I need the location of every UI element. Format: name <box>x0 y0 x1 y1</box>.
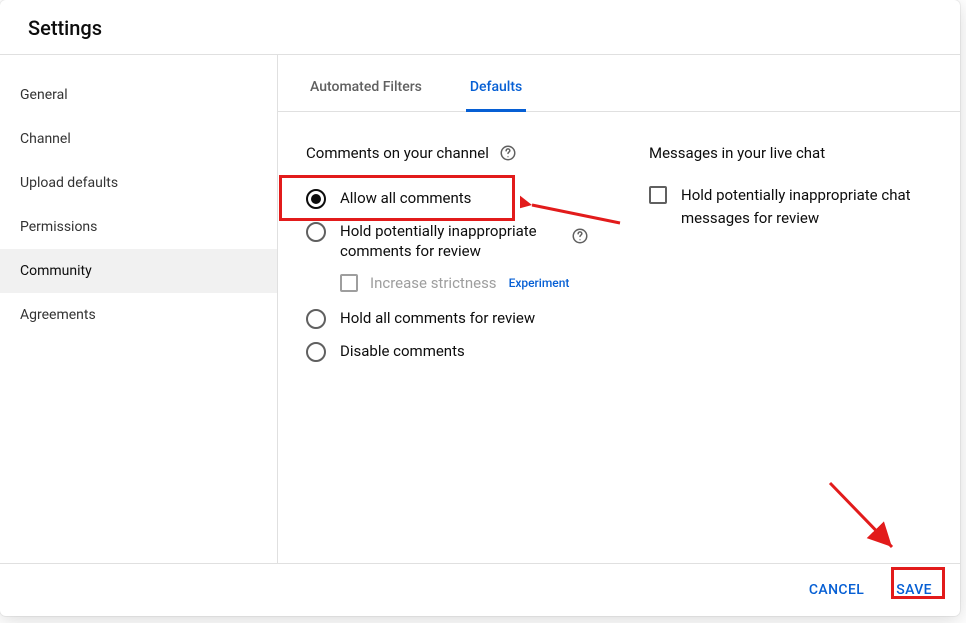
radio-hold-all[interactable]: Hold all comments for review <box>306 302 589 335</box>
sidebar-item-permissions[interactable]: Permissions <box>0 205 277 249</box>
sidebar-item-general[interactable]: General <box>0 73 277 117</box>
tab-defaults[interactable]: Defaults <box>466 55 526 112</box>
cancel-button[interactable]: CANCEL <box>797 574 876 606</box>
sidebar-item-upload-defaults[interactable]: Upload defaults <box>0 161 277 205</box>
sidebar-item-channel[interactable]: Channel <box>0 117 277 161</box>
help-icon[interactable] <box>499 144 517 162</box>
radio-disable[interactable]: Disable comments <box>306 335 589 368</box>
comments-section-title: Comments on your channel <box>306 144 589 162</box>
checkbox-label: Increase strictness <box>370 274 497 292</box>
settings-dialog: Settings General Channel Upload defaults… <box>0 0 960 616</box>
radio-label: Allow all comments <box>340 188 471 208</box>
radio-allow-all[interactable]: Allow all comments <box>306 182 589 215</box>
radio-icon <box>306 222 326 242</box>
livechat-section-title: Messages in your live chat <box>649 144 932 162</box>
dialog-header: Settings <box>0 0 960 55</box>
comments-column: Comments on your channel Allow all comme… <box>306 144 589 531</box>
sidebar-item-agreements[interactable]: Agreements <box>0 293 277 337</box>
main-panel: Automated Filters Defaults Comments on y… <box>278 55 960 563</box>
tab-automated-filters[interactable]: Automated Filters <box>306 55 426 112</box>
radio-label: Disable comments <box>340 341 465 361</box>
tab-bar: Automated Filters Defaults <box>278 55 960 112</box>
save-button[interactable]: SAVE <box>884 574 944 606</box>
sidebar: General Channel Upload defaults Permissi… <box>0 55 278 563</box>
comments-title-text: Comments on your channel <box>306 144 489 162</box>
sidebar-item-community[interactable]: Community <box>0 249 277 293</box>
radio-label: Hold all comments for review <box>340 308 535 328</box>
dialog-footer: CANCEL SAVE <box>0 563 960 616</box>
radio-icon <box>306 309 326 329</box>
dialog-body: General Channel Upload defaults Permissi… <box>0 55 960 563</box>
checkbox-icon <box>649 186 667 204</box>
page-title: Settings <box>28 16 936 40</box>
checkbox-hold-chat[interactable]: Hold potentially inappropriate chat mess… <box>649 182 932 231</box>
checkbox-increase-strictness[interactable]: Increase strictness Experiment <box>340 268 589 302</box>
livechat-title-text: Messages in your live chat <box>649 144 825 162</box>
checkbox-icon <box>340 274 358 292</box>
radio-label: Hold potentially inappropriate comments … <box>340 221 561 262</box>
radio-hold-inappropriate[interactable]: Hold potentially inappropriate comments … <box>306 215 561 268</box>
livechat-column: Messages in your live chat Hold potentia… <box>649 144 932 531</box>
radio-icon <box>306 342 326 362</box>
experiment-badge: Experiment <box>509 276 570 290</box>
tab-content: Comments on your channel Allow all comme… <box>278 112 960 563</box>
radio-icon <box>306 189 326 209</box>
help-icon[interactable] <box>571 227 589 245</box>
checkbox-label: Hold potentially inappropriate chat mess… <box>681 184 932 229</box>
